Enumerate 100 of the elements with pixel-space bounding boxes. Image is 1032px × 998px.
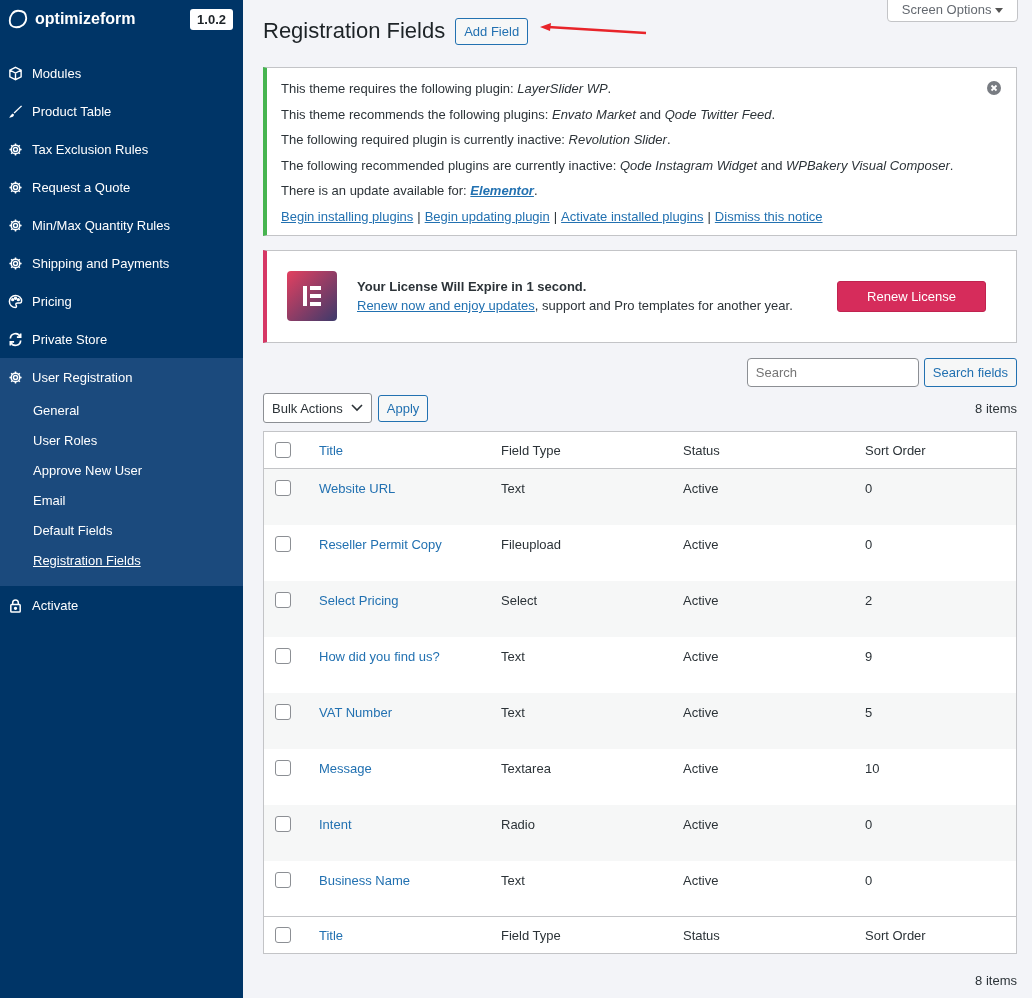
submenu-item[interactable]: General: [0, 396, 243, 426]
notice-link[interactable]: Begin updating plugin: [424, 208, 550, 224]
table-cell: 10: [864, 748, 1017, 805]
submenu-item[interactable]: User Roles: [0, 426, 243, 456]
field-title-link[interactable]: Intent: [319, 816, 352, 832]
notice-link[interactable]: Activate installed plugins: [561, 208, 704, 224]
settings-icon: [8, 369, 23, 385]
submenu-item[interactable]: Registration Fields: [0, 546, 243, 576]
field-title-link[interactable]: Reseller Permit Copy: [319, 536, 442, 552]
notice-link[interactable]: Begin installing plugins: [281, 208, 414, 224]
submenu-item[interactable]: Default Fields: [0, 516, 243, 546]
table-cell: Active: [682, 804, 864, 861]
submenu-item[interactable]: Approve New User: [0, 456, 243, 486]
field-title-link[interactable]: How did you find us?: [319, 648, 440, 664]
notice-link[interactable]: Dismiss this notice: [714, 208, 823, 224]
sidebar-item[interactable]: Request a Quote: [0, 168, 243, 206]
table-cell: 2: [864, 580, 1017, 637]
row-checkbox[interactable]: [275, 703, 291, 720]
elementor-link[interactable]: Elementor: [470, 183, 534, 198]
table-cell: Text: [500, 692, 682, 749]
row-checkbox[interactable]: [275, 591, 291, 608]
license-title: Your License Will Expire in 1 second.: [357, 278, 588, 296]
sidebar-item[interactable]: Modules: [0, 54, 243, 92]
sidebar-item[interactable]: Product Table: [0, 92, 243, 130]
column-header-link[interactable]: Title: [318, 431, 500, 469]
link-separator: |: [707, 208, 711, 224]
table-cell: Active: [682, 860, 864, 917]
table-cell: 0: [864, 524, 1017, 581]
settings-icon: [8, 179, 23, 195]
select-all-checkbox[interactable]: [275, 442, 291, 458]
field-title-link[interactable]: Message: [319, 760, 372, 776]
table-cell: Active: [682, 580, 864, 637]
sidebar-item[interactable]: Tax Exclusion Rules: [0, 130, 243, 168]
logo-icon: [7, 8, 29, 30]
table-cell: Active: [682, 468, 864, 525]
table-cell: Active: [682, 636, 864, 693]
column-header: Status: [682, 916, 864, 954]
table-cell: Textarea: [500, 748, 682, 805]
field-title-link[interactable]: VAT Number: [319, 704, 392, 720]
sidebar-item[interactable]: Pricing: [0, 282, 243, 320]
notice-text: This theme recommends the following plugins: Envato Market and Qode Twitter Feed.: [281, 105, 776, 124]
field-title-link[interactable]: Select Pricing: [319, 592, 399, 608]
elementor-logo-icon: [287, 271, 337, 321]
row-checkbox[interactable]: [275, 480, 291, 496]
column-header: Status: [682, 431, 864, 469]
table-cell: Text: [500, 860, 682, 917]
table-cell: Radio: [500, 804, 682, 861]
table-cell: Active: [682, 524, 864, 581]
notice-text: This theme requires the following plugin: LayerSlider WP.: [281, 80, 612, 98]
row-checkbox[interactable]: [275, 535, 291, 552]
version-badge: 1.0.2: [190, 8, 233, 30]
table-cell: Select: [500, 580, 682, 637]
notice-text: There is an update available for: Elementor.: [281, 182, 538, 200]
settings-icon: [8, 141, 23, 157]
table-cell: 0: [864, 468, 1017, 525]
sidebar-item[interactable]: User Registration: [0, 358, 243, 396]
page-title: Registration Fields: [263, 18, 446, 44]
bulk-actions-dropdown[interactable]: Bulk Actions: [263, 393, 372, 423]
settings-icon: [8, 217, 23, 233]
sync-icon: [8, 331, 23, 347]
row-checkbox[interactable]: [275, 759, 291, 776]
link-separator: |: [553, 208, 558, 224]
search-fields-button[interactable]: Search fields: [923, 358, 1017, 387]
renew-link[interactable]: Renew now and enjoy updates: [357, 298, 535, 313]
apply-button[interactable]: Apply: [377, 394, 429, 422]
column-header: Sort Order: [864, 916, 1017, 954]
table-cell: Active: [682, 692, 864, 749]
sidebar-item[interactable]: Private Store: [0, 320, 243, 358]
field-title-link[interactable]: Website URL: [319, 481, 396, 496]
item-count: 8 items: [975, 973, 1017, 988]
sidebar-item[interactable]: Min/Max Quantity Rules: [0, 206, 243, 244]
sidebar-item[interactable]: Activate: [0, 586, 243, 624]
add-field-button[interactable]: Add Field: [455, 17, 529, 45]
row-checkbox[interactable]: [275, 815, 291, 832]
table-cell: 0: [864, 804, 1017, 861]
table-cell: 9: [864, 636, 1017, 693]
notice-text: The following required plugin is currently inactive: Revolution Slider.: [281, 131, 671, 149]
settings-icon: [8, 255, 23, 271]
brush-icon: [8, 103, 23, 119]
table-cell: Text: [500, 468, 682, 525]
renew-license-button[interactable]: Renew License: [837, 280, 986, 312]
item-count: 8 items: [975, 400, 1017, 416]
palette-icon: [8, 293, 23, 309]
submenu-item[interactable]: Email: [0, 486, 243, 516]
row-checkbox[interactable]: [275, 871, 291, 888]
row-checkbox[interactable]: [275, 647, 291, 664]
table-cell: Active: [682, 748, 864, 805]
field-title-link[interactable]: Business Name: [319, 872, 411, 888]
screen-options-button[interactable]: Screen Options: [886, 0, 1018, 22]
column-header-link[interactable]: Title: [318, 916, 500, 954]
box-icon: [8, 65, 23, 81]
notice-text: The following recommended plugins are currently inactive: Qode Instagram Widget and WPBakery Visual Composer.: [281, 156, 954, 175]
select-all-checkbox[interactable]: [275, 927, 291, 943]
search-field[interactable]: Search: [746, 358, 919, 387]
close-icon[interactable]: [987, 81, 1001, 95]
sidebar-item[interactable]: Shipping and Payments: [0, 244, 243, 282]
lock-icon: [8, 597, 23, 613]
brand-name: optimizeform: [35, 10, 137, 28]
column-header: Field Type: [500, 916, 682, 954]
chevron-down-icon: [350, 404, 363, 412]
